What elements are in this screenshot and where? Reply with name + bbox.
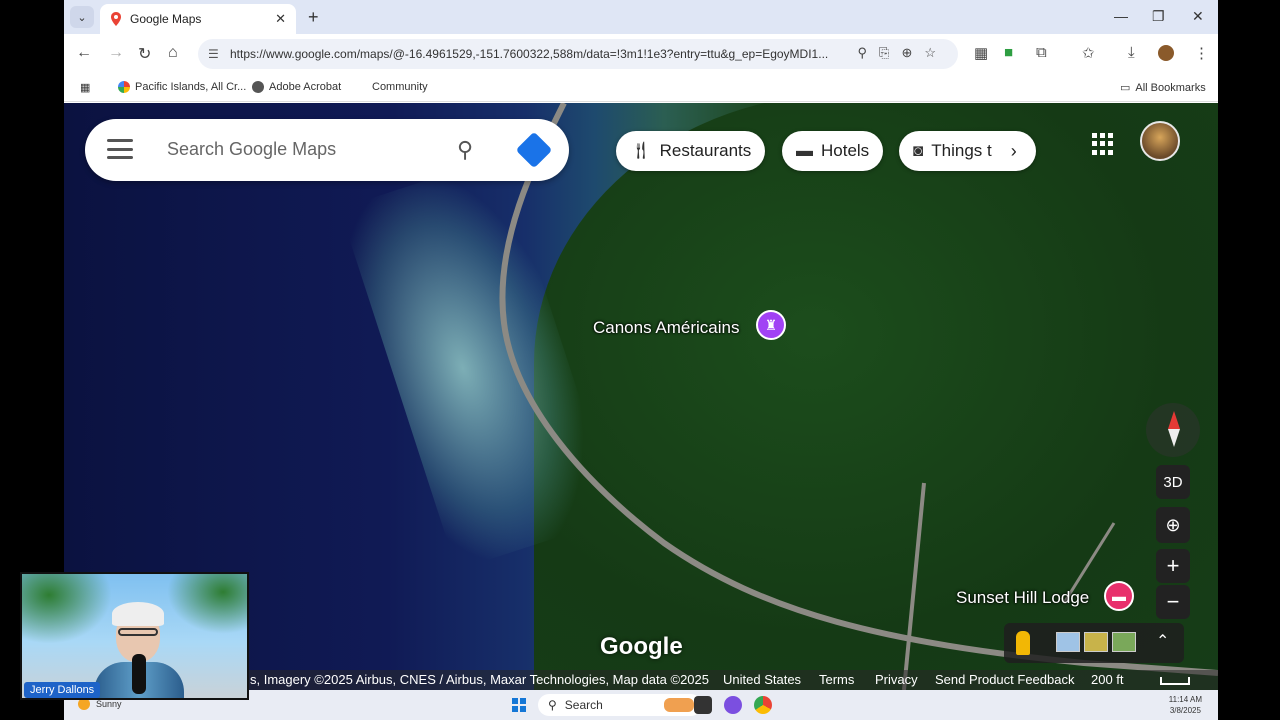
scale-label[interactable]: 200 ft	[1091, 672, 1124, 687]
chrome-icon[interactable]	[754, 696, 772, 714]
reading-list-icon[interactable]: ✩	[1082, 44, 1095, 62]
search-icon[interactable]: ⚲	[457, 137, 473, 163]
search-placeholder: Search Google Maps	[167, 139, 337, 159]
bookmark-label: Adobe Acrobat	[269, 81, 342, 93]
chip-restaurants[interactable]: 🍴︎ Restaurants	[616, 131, 766, 171]
task-view-icon[interactable]	[694, 696, 712, 714]
extension-green-icon[interactable]: ■	[1004, 44, 1013, 61]
tab-bar: ⌄ Google Maps ✕ + — ❐ ✕	[64, 0, 1218, 34]
url-text: https://www.google.com/maps/@-16.4961529…	[230, 47, 829, 61]
close-window-button[interactable]: ✕	[1192, 8, 1204, 25]
search-icon: ⚲	[548, 698, 557, 712]
apps-grid-icon[interactable]: ▦	[80, 81, 90, 94]
zoom-in-label: +	[1166, 553, 1180, 578]
bookmark-community[interactable]: Community	[372, 81, 428, 93]
google-apps-icon[interactable]	[1092, 133, 1114, 155]
scale-bar	[1160, 677, 1190, 685]
chevron-right-icon[interactable]: ›	[997, 135, 1030, 167]
chip-label: Hotels	[821, 141, 870, 160]
zoom-out-button[interactable]: −	[1156, 585, 1190, 619]
globe-icon	[252, 81, 264, 93]
download-icon[interactable]: ⤓	[1128, 44, 1135, 61]
presenter-figure	[94, 602, 184, 698]
feedback-link[interactable]: Send Product Feedback	[935, 672, 1074, 687]
account-avatar[interactable]	[1140, 121, 1180, 161]
compass-icon[interactable]	[1146, 403, 1200, 457]
extensions-puzzle-icon[interactable]: ⧉	[1036, 44, 1047, 61]
home-icon[interactable]: ⌂	[168, 44, 178, 62]
terms-link[interactable]: Terms	[819, 672, 854, 687]
chip-things-to-do[interactable]: ◙ Things t ›	[899, 131, 1036, 171]
all-bookmarks-button[interactable]: ▭ All Bookmarks	[1120, 81, 1206, 95]
three-d-label: 3D	[1163, 473, 1183, 491]
maps-favicon-icon	[110, 12, 122, 26]
all-bookmarks-label: All Bookmarks	[1135, 81, 1206, 94]
castle-pin-icon[interactable]: ♜	[756, 310, 786, 340]
folder-icon: ▭	[1120, 82, 1131, 94]
toolbar: ← → ↻ ⌂ ☰ https://www.google.com/maps/@-…	[64, 34, 1218, 74]
my-location-icon[interactable]: ⊕	[1156, 507, 1190, 543]
bookmark-pacific-islands[interactable]: Pacific Islands, All Cr...	[118, 81, 246, 93]
clock-date: 3/8/2025	[1169, 706, 1201, 715]
forward-icon[interactable]: →	[108, 44, 124, 62]
layer-thumb-traffic[interactable]	[1084, 632, 1108, 652]
bookmark-label: Pacific Islands, All Cr...	[135, 81, 247, 93]
zoom-out-label: −	[1166, 589, 1180, 614]
taskbar-search-label: Search	[564, 698, 603, 712]
country-link[interactable]: United States	[723, 672, 801, 687]
tab-title: Google Maps	[130, 12, 202, 26]
presenter-name-badge: Jerry Dallons	[24, 682, 101, 698]
taskbar-search[interactable]: ⚲ Search	[538, 694, 702, 716]
microphone-icon	[132, 654, 146, 694]
three-d-button[interactable]: 3D	[1156, 465, 1190, 499]
directions-icon[interactable]	[515, 131, 553, 169]
bookmark-adobe-acrobat[interactable]: Adobe Acrobat	[252, 81, 341, 93]
bed-icon: ▬	[796, 141, 813, 160]
minimize-button[interactable]: —	[1114, 8, 1128, 24]
tab-close-icon[interactable]: ✕	[275, 11, 286, 27]
place-label-sunset-hill[interactable]: Sunset Hill Lodge	[956, 588, 1089, 608]
system-clock[interactable]: 11:14 AM 3/8/2025	[1169, 694, 1202, 716]
bookmark-label: Community	[372, 81, 428, 93]
layer-thumb-transit[interactable]	[1112, 632, 1136, 652]
chip-label: Restaurants	[659, 141, 752, 160]
chip-hotels[interactable]: ▬ Hotels	[782, 131, 884, 171]
address-bar[interactable]: ☰ https://www.google.com/maps/@-16.49615…	[198, 39, 958, 69]
google-logo: Google	[600, 633, 683, 660]
profile-avatar[interactable]	[1158, 45, 1174, 61]
omnibox-actions[interactable]: ⚲⎘⊕☆	[858, 45, 948, 61]
place-label-canons[interactable]: Canons Américains	[593, 318, 739, 338]
pegman-icon[interactable]	[1016, 631, 1030, 655]
attribution-text: s, Imagery ©2025 Airbus, CNES / Airbus, …	[250, 672, 709, 687]
fork-knife-icon: 🍴︎	[630, 141, 652, 160]
expand-up-icon[interactable]: ⌃	[1156, 631, 1169, 651]
layer-thumb-terrain[interactable]	[1056, 632, 1080, 652]
clock-time: 11:14 AM	[1168, 695, 1202, 704]
back-icon[interactable]: ←	[76, 44, 92, 62]
tab-search-button[interactable]: ⌄	[70, 6, 94, 28]
site-info-icon[interactable]: ☰	[208, 47, 219, 61]
chip-label: Things t	[931, 141, 992, 160]
menu-kebab-icon[interactable]: ⋮	[1194, 44, 1209, 62]
weather-label: Sunny	[96, 699, 122, 709]
windows-start-icon[interactable]	[512, 698, 526, 712]
maps-search-box[interactable]: Search Google Maps ⚲	[85, 119, 569, 181]
search-highlight-icon	[664, 698, 694, 712]
hotel-pin-icon[interactable]: ▬	[1104, 581, 1134, 611]
extension-icon[interactable]: ▦	[974, 44, 988, 62]
webcam-overlay: Jerry Dallons	[20, 572, 249, 700]
tab-google-maps[interactable]: Google Maps ✕	[100, 4, 296, 34]
camera-icon: ◙	[913, 141, 924, 160]
hamburger-menu-icon[interactable]	[107, 139, 133, 159]
bookmark-favicon-icon	[118, 81, 130, 93]
new-tab-button[interactable]: +	[308, 7, 319, 28]
bookmarks-bar: ▦ Pacific Islands, All Cr... Adobe Acrob…	[64, 74, 1218, 102]
app-purple-icon[interactable]	[724, 696, 742, 714]
privacy-link[interactable]: Privacy	[875, 672, 918, 687]
layers-strip[interactable]: ⌃	[1004, 623, 1184, 663]
restore-button[interactable]: ❐	[1152, 8, 1165, 25]
zoom-in-button[interactable]: +	[1156, 549, 1190, 583]
reload-icon[interactable]: ↻	[138, 44, 151, 64]
